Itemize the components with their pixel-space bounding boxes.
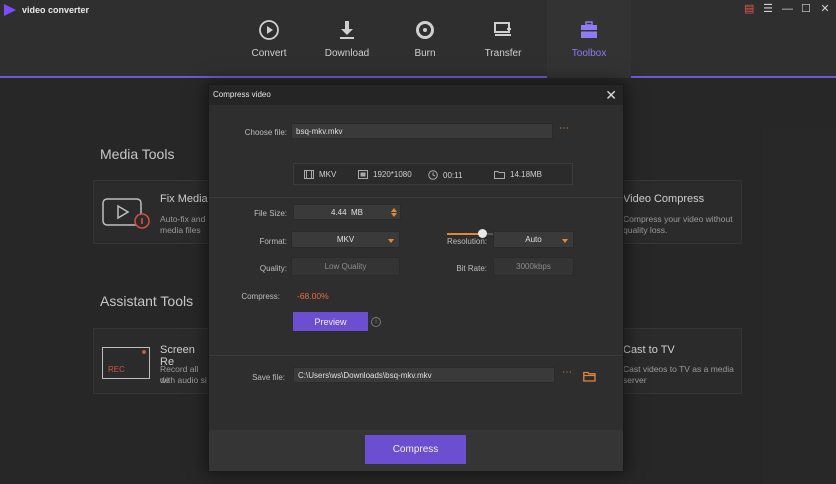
download-icon	[337, 18, 357, 42]
nav-convert[interactable]: Convert	[230, 18, 308, 76]
bitrate-field: 3000kbps	[493, 257, 574, 276]
info-format: MKV	[304, 170, 336, 179]
format-label: Format:	[259, 237, 287, 246]
nav-toolbox[interactable]: Toolbox	[547, 0, 631, 78]
info-duration-value: 00:11	[443, 170, 463, 180]
resolution-select[interactable]: Auto	[493, 231, 574, 248]
file-size-input[interactable]: 4.44 MB	[293, 204, 401, 220]
app-title: video converter	[22, 5, 90, 15]
logo-icon	[4, 4, 16, 16]
file-info-bar: MKV 1920*1080 00:11 14.18MB	[293, 163, 573, 185]
dialog-footer: Compress	[209, 430, 623, 471]
info-size: 14.18MB	[494, 170, 542, 179]
bitrate-label: Bit Rate:	[456, 264, 487, 273]
app-logo: video converter	[4, 4, 89, 16]
info-icon[interactable]: i	[371, 317, 381, 327]
nav-burn-label: Burn	[414, 48, 436, 59]
resolution-dropdown-icon	[562, 239, 568, 243]
nav-burn[interactable]: Burn	[386, 18, 464, 76]
choose-file-label: Choose file:	[244, 128, 287, 137]
info-size-value: 14.18MB	[510, 170, 543, 179]
resolution-icon	[358, 170, 368, 179]
format-select[interactable]: MKV	[291, 231, 400, 248]
format-dropdown-icon	[388, 239, 394, 243]
file-size-stepper[interactable]	[391, 208, 397, 217]
divider	[209, 355, 623, 356]
resolution-label: Resolution:	[446, 237, 487, 246]
format-value: MKV	[336, 235, 355, 244]
convert-icon	[258, 18, 280, 42]
transfer-icon	[492, 18, 514, 42]
dialog-body: Choose file: bsq-mkv.mkv ⋯ MKV 1920*1080…	[209, 105, 623, 430]
file-size-unit: MB	[351, 207, 364, 217]
dialog-title: Compress video	[213, 90, 271, 99]
folder-icon	[494, 171, 505, 179]
main-nav: Convert Download Burn Transfer Toolbox	[230, 0, 631, 78]
top-bar: video converter ▤ ☰ — ☐ ✕ Convert Downlo…	[0, 0, 836, 78]
film-icon	[304, 170, 314, 179]
compress-button[interactable]: Compress	[365, 435, 466, 464]
quality-label: Quality:	[259, 264, 287, 273]
divider	[209, 197, 623, 198]
clock-icon	[428, 170, 438, 180]
nav-transfer-label: Transfer	[484, 48, 522, 59]
resolution-value: Auto	[525, 235, 542, 244]
file-size-value: 4.44	[330, 207, 347, 217]
save-file-label: Save file:	[252, 373, 285, 382]
file-size-label: File Size:	[254, 209, 287, 218]
menu-icon[interactable]: ☰	[763, 2, 773, 15]
nav-download-label: Download	[324, 48, 370, 59]
open-folder-icon[interactable]	[583, 369, 596, 387]
dialog-header: Compress video ✕	[209, 85, 623, 105]
nav-transfer[interactable]: Transfer	[464, 18, 542, 76]
toolbox-icon	[578, 18, 600, 42]
app-window: video converter ▤ ☰ — ☐ ✕ Convert Downlo…	[0, 0, 836, 484]
disc-icon	[415, 18, 435, 42]
browse-output-icon[interactable]: ⋯	[562, 367, 573, 378]
close-window-icon[interactable]: ✕	[820, 2, 830, 15]
nav-convert-label: Convert	[251, 48, 287, 59]
compress-percentage: -68.00%	[297, 291, 329, 301]
nav-toolbox-label: Toolbox	[571, 48, 607, 59]
info-resolution-value: 1920*1080	[373, 170, 412, 179]
gift-icon[interactable]: ▤	[744, 2, 754, 15]
close-icon[interactable]: ✕	[605, 87, 617, 104]
slider-fill	[447, 233, 483, 235]
preview-button[interactable]: Preview	[293, 312, 368, 331]
window-controls: ▤ ☰ — ☐ ✕	[744, 2, 830, 16]
maximize-icon[interactable]: ☐	[801, 2, 811, 15]
info-resolution: 1920*1080	[358, 170, 412, 179]
compress-label: Compress:	[241, 292, 280, 301]
minimize-icon[interactable]: —	[782, 3, 793, 15]
quality-field: Low Quality	[291, 257, 400, 276]
browse-file-icon[interactable]: ⋯	[559, 123, 570, 134]
info-duration: 00:11	[428, 170, 462, 180]
choose-file-input[interactable]: bsq-mkv.mkv	[291, 123, 553, 139]
compress-video-dialog: Compress video ✕ Choose file: bsq-mkv.mk…	[208, 84, 624, 472]
info-format-value: MKV	[319, 170, 337, 179]
save-file-input[interactable]: C:\Users\ws\Downloads\bsq-mkv.mkv	[293, 367, 555, 383]
nav-download[interactable]: Download	[308, 18, 386, 76]
